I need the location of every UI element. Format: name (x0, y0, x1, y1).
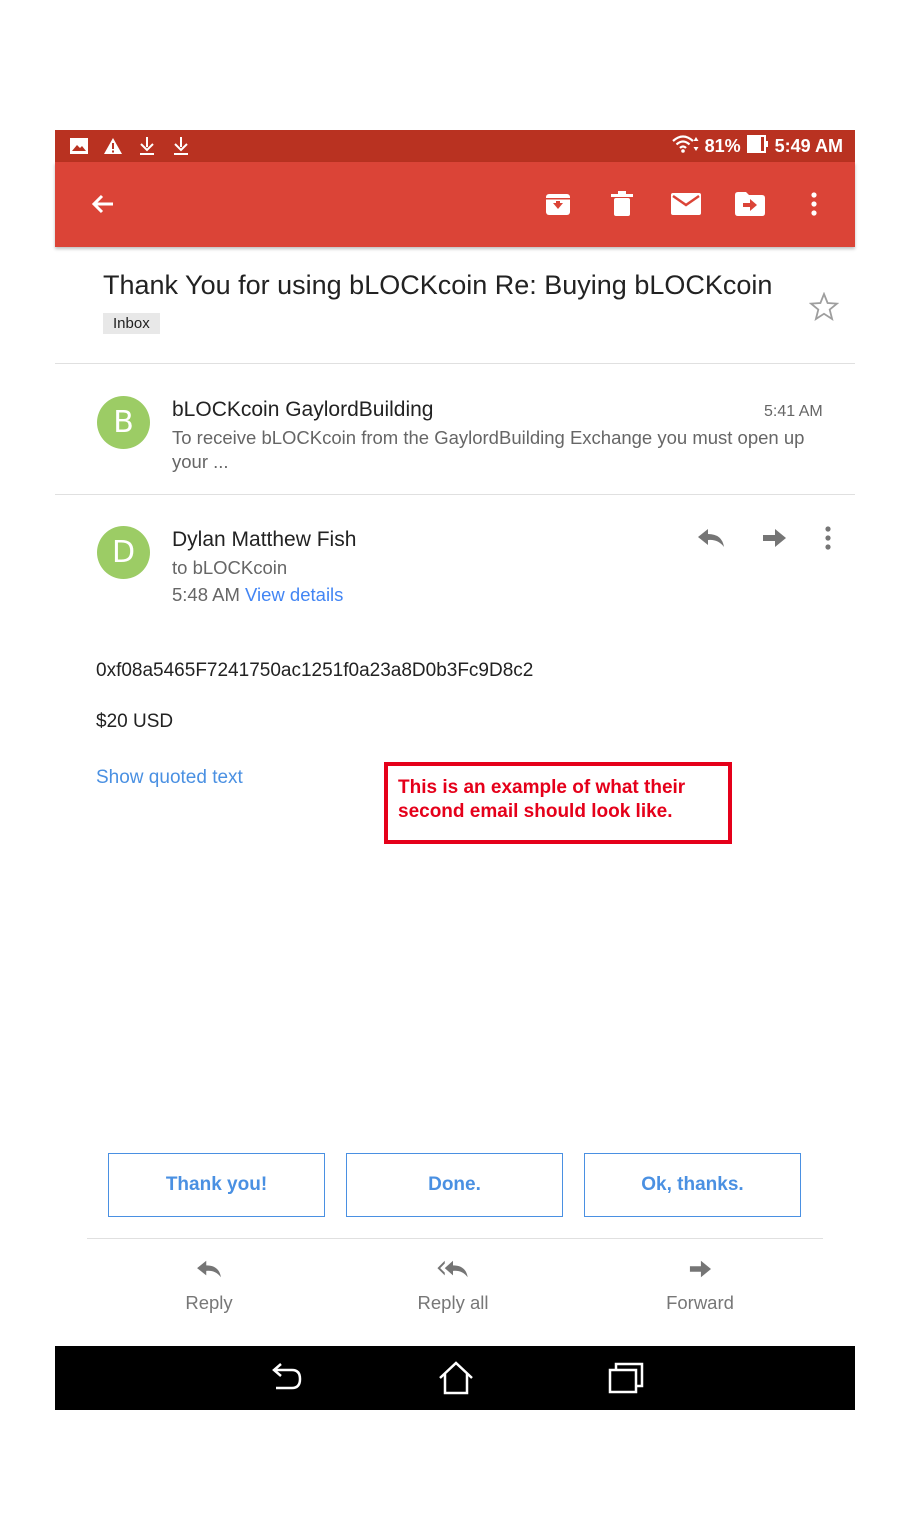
message-time: 5:48 AM (172, 584, 240, 605)
avatar: D (97, 526, 150, 579)
system-status: 81% 5:49 AM (671, 134, 843, 159)
reply-icon (139, 1258, 279, 1286)
notification-icons (69, 135, 191, 157)
warning-icon (103, 135, 123, 157)
more-vert-icon[interactable] (824, 526, 832, 555)
message-body-line: $20 USD (96, 711, 174, 732)
reply-all-label: Reply all (417, 1292, 489, 1313)
toolbar-actions (541, 188, 831, 220)
download-icon (137, 135, 157, 157)
arrow-left-icon[interactable] (87, 188, 119, 220)
view-details-link[interactable]: View details (245, 584, 343, 605)
archive-icon[interactable] (541, 188, 575, 220)
forward-icon[interactable] (761, 526, 787, 555)
more-vert-icon[interactable] (797, 188, 831, 220)
battery-icon (746, 134, 769, 159)
avatar: B (97, 396, 150, 449)
divider (55, 363, 855, 364)
phone-screen: 81% 5:49 AM Thank You for using bLOCKcoi… (55, 130, 855, 1410)
move-folder-icon[interactable] (733, 188, 767, 220)
message-time-line: 5:48 AM View details (172, 584, 343, 606)
download-icon (171, 135, 191, 157)
status-bar: 81% 5:49 AM (55, 130, 855, 162)
forward-button[interactable]: Forward (630, 1258, 770, 1314)
message-body-line: 0xf08a5465F7241750ac1251f0a23a8D0b3Fc9D8… (96, 660, 534, 681)
divider (87, 1238, 823, 1239)
navigation-bar (55, 1346, 855, 1410)
recipient-line: to bLOCKcoin (172, 557, 288, 578)
smart-reply-button[interactable]: Thank you! (108, 1153, 325, 1217)
clock: 5:49 AM (774, 136, 843, 156)
divider (55, 494, 855, 495)
recent-apps-icon[interactable] (606, 1360, 646, 1396)
reply-button[interactable]: Reply (139, 1258, 279, 1314)
app-bar (55, 162, 855, 247)
reply-label: Reply (185, 1292, 233, 1313)
reply-icon[interactable] (697, 526, 725, 555)
annotation-callout: This is an example of what their second … (384, 762, 732, 844)
show-quoted-text-link[interactable]: Show quoted text (96, 767, 243, 789)
image-icon (69, 135, 89, 157)
sender-name: bLOCKcoin GaylordBuilding (172, 398, 434, 421)
message-snippet: To receive bLOCKcoin from the GaylordBui… (172, 427, 805, 472)
sender-name: Dylan Matthew Fish (172, 528, 357, 551)
back-nav-icon[interactable] (266, 1360, 306, 1396)
forward-icon (630, 1258, 770, 1286)
battery-level: 81% (704, 136, 741, 156)
forward-label: Forward (666, 1292, 734, 1313)
inbox-label[interactable]: Inbox (103, 313, 160, 334)
trash-icon[interactable] (605, 188, 639, 220)
star-icon[interactable] (808, 291, 840, 322)
wifi-icon (671, 134, 699, 159)
smart-reply-button[interactable]: Done. (346, 1153, 563, 1217)
reply-all-icon (383, 1258, 523, 1286)
message-time: 5:41 AM (764, 403, 823, 420)
thread-subject: Thank You for using bLOCKcoin Re: Buying… (103, 270, 773, 300)
mail-icon[interactable] (669, 188, 703, 220)
reply-all-button[interactable]: Reply all (383, 1258, 523, 1314)
smart-reply-button[interactable]: Ok, thanks. (584, 1153, 801, 1217)
home-nav-icon[interactable] (436, 1360, 476, 1396)
